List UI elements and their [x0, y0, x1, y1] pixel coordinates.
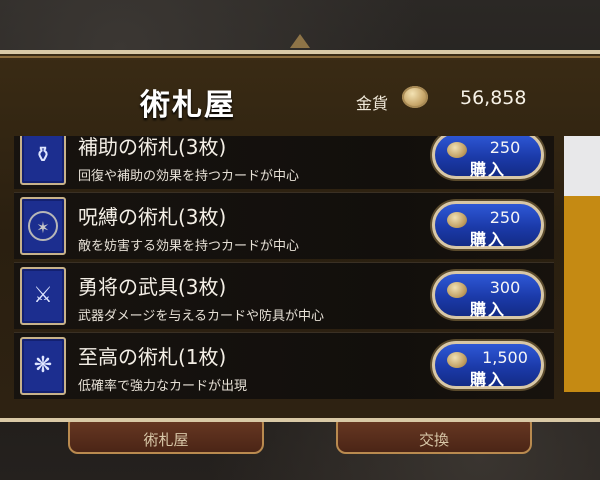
buy-button[interactable]: 250 購入: [432, 201, 544, 249]
tab-shop-label: 術札屋: [143, 431, 189, 449]
buy-label: 購入: [469, 230, 506, 249]
item-list[interactable]: ⚱ 補助の術札(3枚) 回復や補助の効果を持つカードが中心 250 購入 ✶ 呪…: [14, 136, 554, 422]
buy-price: 250: [489, 208, 521, 227]
potion-icon: ⚱: [33, 143, 53, 168]
buy-price: 300: [489, 278, 521, 297]
item-description: 敵を妨害する効果を持つカードが中心: [78, 239, 300, 254]
gold-value: 56,858: [460, 87, 527, 109]
item-card: ⚱: [20, 136, 66, 185]
item-card: ✶: [20, 197, 66, 255]
weapon-icon: ⚔: [33, 283, 53, 308]
buy-label: 購入: [469, 370, 506, 389]
scrollbar-thumb[interactable]: [564, 196, 600, 392]
shop-panel: 術札屋 金貨 56,858 ⚱ 補助の術札(3枚) 回復や補助の効果を持つカード…: [0, 50, 600, 422]
list-item: ✶ 呪縛の術札(3枚) 敵を妨害する効果を持つカードが中心 250 購入: [14, 192, 554, 259]
item-description: 回復や補助の効果を持つカードが中心: [78, 169, 300, 184]
buy-button[interactable]: 250 購入: [432, 136, 544, 179]
buy-label: 購入: [469, 160, 506, 179]
item-name: 至高の術札(1枚): [78, 345, 227, 369]
buy-button[interactable]: 300 購入: [432, 271, 544, 319]
list-item: ⚔ 勇将の武具(3枚) 武器ダメージを与えるカードや防具が中心 300 購入: [14, 262, 554, 329]
dragon-icon: ❋: [33, 353, 53, 378]
item-card: ⚔: [20, 267, 66, 325]
buy-price: 250: [489, 138, 521, 157]
item-name: 勇将の武具(3枚): [78, 275, 227, 299]
rune-circle-icon: ✶: [28, 211, 58, 241]
gold-coin-icon: [402, 86, 428, 108]
item-description: 武器ダメージを与えるカードや防具が中心: [78, 309, 324, 324]
item-description: 低確率で強力なカードが出現: [78, 379, 248, 394]
item-name: 呪縛の術札(3枚): [78, 205, 227, 229]
item-name: 補助の術札(3枚): [78, 136, 227, 159]
tab-exchange-label: 交換: [418, 431, 449, 449]
shop-title: 術札屋: [140, 88, 236, 123]
list-item: ❋ 至高の術札(1枚) 低確率で強力なカードが出現 1,500 購入: [14, 332, 554, 399]
item-card: ❋: [20, 337, 66, 395]
list-item: ⚱ 補助の術札(3枚) 回復や補助の効果を持つカードが中心 250 購入: [14, 136, 554, 189]
buy-label: 購入: [469, 300, 506, 319]
buy-price: 1,500: [482, 348, 528, 367]
gold-label: 金貨: [356, 94, 389, 113]
buy-button[interactable]: 1,500 購入: [432, 341, 544, 389]
scroll-up-arrow-icon[interactable]: [290, 34, 310, 48]
